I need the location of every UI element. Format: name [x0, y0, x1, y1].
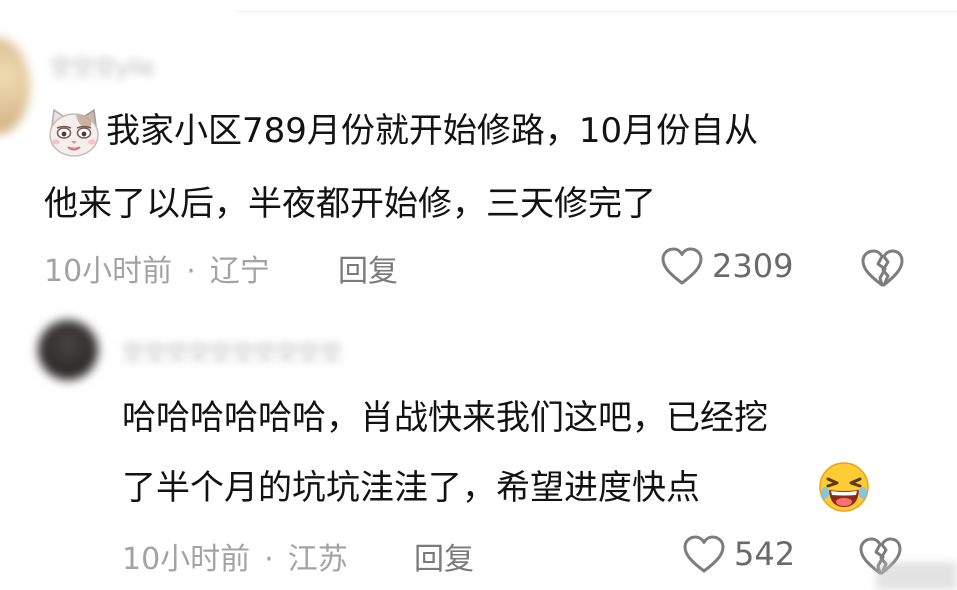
top-divider — [236, 11, 957, 12]
username[interactable]: 空空空空空空空空空空 — [122, 335, 342, 367]
like-count: 2309 — [712, 247, 794, 285]
comment-feed: 空空空ylle 我家小区789月份就开始修路，10月份自从 他来了以后，半夜都开… — [0, 0, 957, 590]
location: 江苏 — [287, 542, 348, 577]
timestamp: 10小时前 — [122, 542, 251, 577]
reply-button[interactable]: 回复 — [338, 246, 398, 290]
comment-text-line-1: 哈哈哈哈哈哈，肖战快来我们这吧，已经挖 — [122, 398, 768, 438]
location: 辽宁 — [209, 254, 270, 289]
comment-text-line-1: 我家小区789月份就开始修路，10月份自从 — [106, 111, 759, 151]
like-button[interactable]: 542 — [682, 534, 795, 574]
like-count: 542 — [734, 535, 796, 573]
username[interactable]: 空空空ylle — [50, 50, 155, 82]
avatar[interactable] — [38, 320, 98, 380]
comment-meta: 10小时前 · 江苏 — [122, 534, 348, 578]
heart-icon — [683, 535, 725, 573]
comment-meta: 10小时前 · 辽宁 — [44, 246, 270, 290]
like-button[interactable]: 2309 — [660, 246, 793, 286]
comment-text-line-2: 他来了以后，半夜都开始修，三天修完了 — [44, 184, 656, 224]
avatar[interactable] — [0, 38, 30, 134]
cat-face-emoji — [49, 108, 99, 157]
meta-separator: · — [186, 254, 196, 289]
laughing-face-emoji — [819, 462, 869, 512]
reply-button[interactable]: 回复 — [414, 534, 474, 578]
broken-heart-icon[interactable] — [860, 248, 904, 288]
watermark — [876, 562, 957, 590]
timestamp: 10小时前 — [44, 254, 173, 289]
meta-separator: · — [264, 542, 274, 577]
comment-text-line-2: 了半个月的坑坑洼洼了，希望进度快点 — [122, 468, 700, 508]
heart-icon — [661, 247, 703, 285]
